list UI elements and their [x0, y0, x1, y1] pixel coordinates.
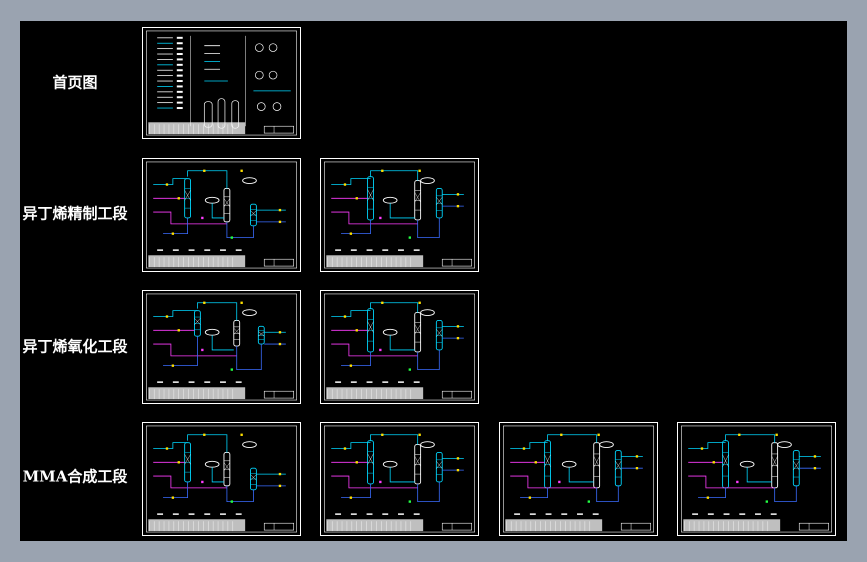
process-flow-drawing	[681, 425, 832, 533]
row-label-mma: MMA合成工段	[22, 467, 128, 486]
sheet-4-4[interactable]	[677, 422, 836, 536]
sheet-1-1[interactable]	[142, 27, 301, 139]
process-flow-drawing	[146, 425, 297, 533]
row-label-purification: 异丁烯精制工段	[22, 204, 128, 223]
sheet-3-2[interactable]	[320, 290, 479, 404]
sheet-4-1[interactable]	[142, 422, 301, 536]
sheet-2-2[interactable]	[320, 158, 479, 272]
row-label-oxidation: 异丁烯氧化工段	[22, 337, 128, 356]
drawing-canvas[interactable]: 首页图 异丁烯精制工段 异丁烯氧化工段 MMA合成工段	[20, 21, 847, 541]
legend-drawing	[146, 30, 297, 136]
process-flow-drawing	[146, 293, 297, 401]
sheet-3-1[interactable]	[142, 290, 301, 404]
sheet-4-2[interactable]	[320, 422, 479, 536]
process-flow-drawing	[146, 161, 297, 269]
sheet-2-1[interactable]	[142, 158, 301, 272]
sheet-4-3[interactable]	[499, 422, 658, 536]
process-flow-drawing	[503, 425, 654, 533]
process-flow-drawing	[324, 161, 475, 269]
row-label-cover: 首页图	[52, 73, 98, 92]
process-flow-drawing	[324, 425, 475, 533]
process-flow-drawing	[324, 293, 475, 401]
